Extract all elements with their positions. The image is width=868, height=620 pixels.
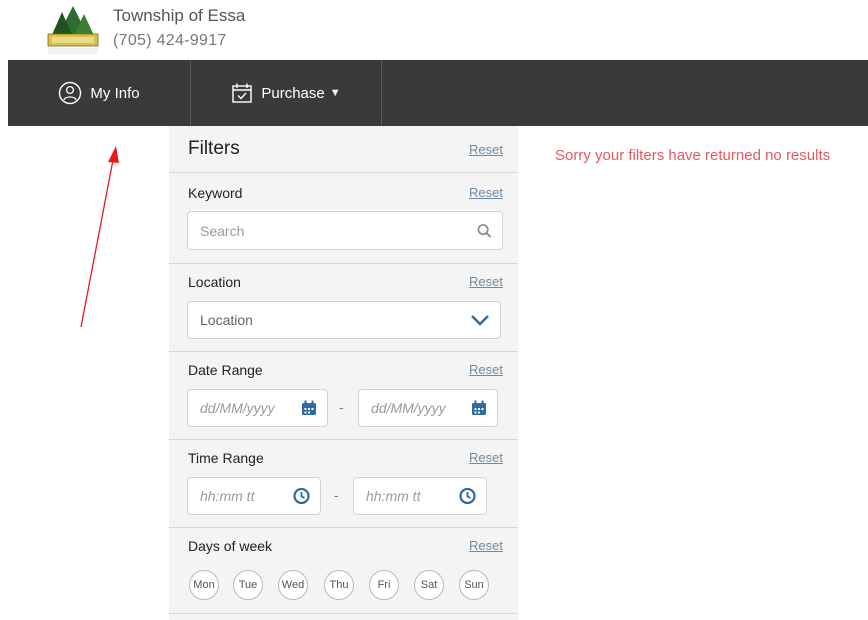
org-phone: (705) 424-9917 <box>113 32 227 49</box>
date-from-input[interactable]: dd/MM/yyyy <box>187 389 328 427</box>
caret-down-icon: ▼ <box>329 87 341 99</box>
clock-icon[interactable] <box>459 487 476 505</box>
user-circle-icon <box>59 81 82 105</box>
day-toggle-thu[interactable]: Thu <box>324 570 354 600</box>
location-section: Location Reset Location <box>169 263 518 352</box>
search-placeholder: Search <box>200 222 245 239</box>
no-results-message: Sorry your filters have returned no resu… <box>555 147 831 164</box>
date-range-section: Date Range Reset dd/MM/yyyy - dd/MM/yyyy <box>169 351 518 440</box>
main-nav: My Info Purchase ▼ <box>8 60 868 126</box>
township-logo[interactable] <box>46 4 100 56</box>
site-header: Township of Essa (705) 424-9917 <box>0 0 868 60</box>
date-range-reset-link[interactable]: Reset <box>469 362 503 377</box>
location-reset-link[interactable]: Reset <box>469 274 503 289</box>
day-toggle-fri[interactable]: Fri <box>369 570 399 600</box>
calendar-icon[interactable] <box>301 400 317 416</box>
day-toggle-wed[interactable]: Wed <box>278 570 308 600</box>
time-range-separator: - <box>334 487 339 503</box>
time-from-input[interactable]: hh:mm tt <box>187 477 321 515</box>
date-range-label: Date Range <box>188 362 263 378</box>
keyword-label: Keyword <box>188 185 243 201</box>
nav-purchase-label: Purchase <box>261 84 325 102</box>
keyword-reset-link[interactable]: Reset <box>469 185 503 200</box>
day-toggle-mon[interactable]: Mon <box>189 570 219 600</box>
calendar-icon[interactable] <box>471 400 487 416</box>
location-select[interactable]: Location <box>187 301 501 339</box>
nav-my-info[interactable]: My Info <box>8 60 191 126</box>
time-range-label: Time Range <box>188 450 264 466</box>
filters-header-section: Filters Reset <box>169 126 518 173</box>
location-label: Location <box>188 274 241 290</box>
filters-sidebar: Filters Reset Keyword Reset Search Locat… <box>169 126 518 620</box>
date-to-placeholder: dd/MM/yyyy <box>371 400 446 416</box>
date-range-separator: - <box>339 399 344 415</box>
calendar-check-icon <box>232 83 253 103</box>
time-to-input[interactable]: hh:mm tt <box>353 477 487 515</box>
clock-icon[interactable] <box>293 487 310 505</box>
chevron-down-icon <box>470 314 490 326</box>
day-toggle-sat[interactable]: Sat <box>414 570 444 600</box>
time-range-reset-link[interactable]: Reset <box>469 450 503 465</box>
search-icon[interactable] <box>477 223 492 238</box>
time-range-section: Time Range Reset hh:mm tt - hh:mm tt <box>169 439 518 528</box>
org-name: Township of Essa <box>113 6 246 25</box>
time-to-placeholder: hh:mm tt <box>366 488 421 504</box>
nav-purchase-menu[interactable]: Purchase ▼ <box>191 60 382 126</box>
filters-title: Filters <box>188 138 240 159</box>
keyword-search-input[interactable]: Search <box>187 211 503 250</box>
days-of-week-reset-link[interactable]: Reset <box>469 538 503 553</box>
location-placeholder: Location <box>200 312 253 328</box>
day-toggle-tue[interactable]: Tue <box>233 570 263 600</box>
reset-all-link[interactable]: Reset <box>469 142 503 157</box>
keyword-section: Keyword Reset Search <box>169 172 518 264</box>
nav-my-info-label: My Info <box>90 84 140 102</box>
days-of-week-label: Days of week <box>188 538 273 554</box>
date-to-input[interactable]: dd/MM/yyyy <box>358 389 498 427</box>
date-from-placeholder: dd/MM/yyyy <box>200 400 275 416</box>
day-toggle-sun[interactable]: Sun <box>459 570 489 600</box>
time-from-placeholder: hh:mm tt <box>200 488 255 504</box>
